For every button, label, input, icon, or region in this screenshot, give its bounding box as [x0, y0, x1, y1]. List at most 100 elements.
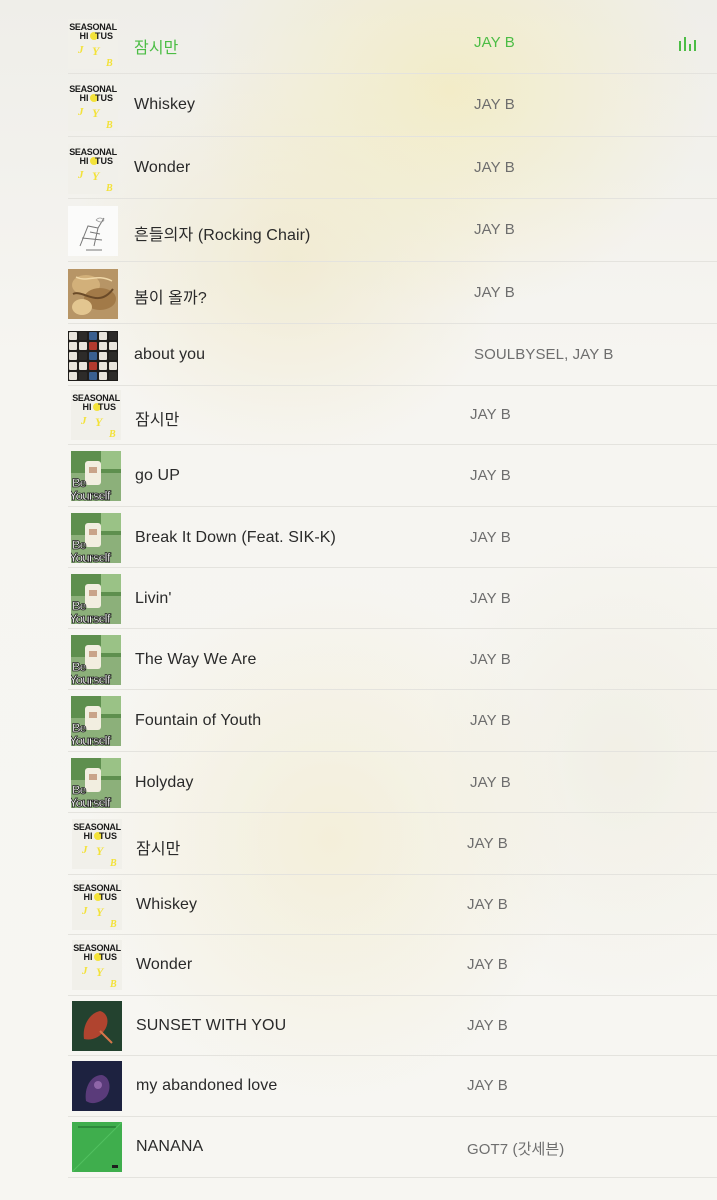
song-row[interactable]: SUNSET WITH YOU JAY B [0, 996, 717, 1057]
svg-text:HI: HI [84, 831, 93, 841]
svg-text:B: B [105, 183, 113, 194]
song-artist: JAY B [474, 221, 515, 239]
song-artist: JAY B [474, 34, 515, 51]
song-artist: JAY B [470, 651, 511, 669]
song-artist: SOULBYSEL, JAY B [474, 345, 614, 363]
svg-text:TUS: TUS [99, 831, 117, 841]
song-title: Break It Down (Feat. SIK-K) [135, 528, 336, 546]
row-divider [68, 812, 717, 814]
song-title: about you [134, 345, 206, 363]
song-title: Whiskey [134, 96, 196, 114]
svg-text:HI: HI [83, 402, 92, 412]
album-art: SEASONAL HI TUS J Y B [72, 940, 122, 991]
playlist-section-3: SEASONAL HI TUS J Y B 잠시만 JAY B SEASONAL HI TUS J Y B… [0, 814, 717, 1178]
song-title: Wonder [136, 956, 193, 974]
playlist-section-2: SEASONAL HI TUS J Y B 잠시만 JAY B Be Yourself go UP J… [0, 384, 717, 814]
album-art: SEASONAL HI TUS J Y B [68, 143, 118, 194]
album-art: SEASONAL HI TUS J Y B [72, 819, 122, 869]
song-row[interactable]: 봄이 올까? JAY B [0, 262, 717, 324]
song-artist: JAY B [470, 467, 511, 485]
svg-text:TUS: TUS [95, 31, 113, 41]
song-row[interactable]: Be Yourself go UP JAY B [0, 445, 717, 507]
song-artist: JAY B [474, 158, 515, 176]
svg-text:TUS: TUS [95, 156, 113, 166]
svg-text:Yourself: Yourself [71, 733, 112, 746]
svg-text:Yourself: Yourself [71, 488, 112, 501]
svg-text:B: B [109, 858, 117, 869]
song-row[interactable]: Be Yourself Fountain of Youth JAY B [0, 690, 717, 752]
album-art: Be Yourself [71, 451, 121, 502]
svg-text:TUS: TUS [99, 892, 117, 902]
song-row[interactable]: SEASONAL HI TUS J Y B Wonder JAY B [0, 137, 717, 200]
svg-text:Yourself: Yourself [71, 795, 112, 808]
song-artist: JAY B [474, 96, 515, 114]
song-artist: JAY B [470, 773, 511, 791]
song-row[interactable]: SEASONAL HI TUS J Y B 잠시만 JAY B [0, 384, 717, 446]
svg-text:Yourself: Yourself [71, 550, 112, 563]
song-row[interactable]: SEASONAL HI TUS J Y B Whiskey JAY B [0, 875, 717, 936]
song-artist: JAY B [467, 1077, 508, 1095]
song-title: Fountain of Youth [135, 712, 262, 730]
album-art: SEASONAL HI TUS J Y B [68, 19, 118, 69]
album-art [72, 1000, 122, 1051]
playlist-section-1: SEASONAL HI TUS J Y B 잠시만 JAY B SEASONAL HI TUS J Y B… [0, 12, 717, 387]
song-row[interactable]: about you SOULBYSEL, JAY B [0, 324, 717, 387]
svg-text:B: B [109, 919, 117, 930]
svg-text:J: J [77, 106, 84, 118]
song-row[interactable]: Be Yourself Holyday JAY B [0, 752, 717, 814]
song-title: 흔들의자 (Rocking Chair) [134, 227, 311, 245]
album-art [68, 268, 118, 319]
song-title: 잠시만 [135, 412, 180, 429]
svg-text:J: J [81, 905, 88, 917]
song-artist: GOT7 (갓세븐) [467, 1140, 565, 1158]
album-art [68, 206, 118, 257]
album-art: Be Yourself [71, 512, 121, 563]
song-row[interactable]: NANANA GOT7 (갓세븐) [0, 1117, 717, 1178]
album-art: SEASONAL HI TUS J Y B [68, 81, 118, 132]
song-artist: JAY B [470, 589, 511, 607]
song-artist: JAY B [470, 528, 511, 546]
song-row[interactable]: Be Yourself Livin' JAY B [0, 568, 717, 630]
song-title: Holyday [135, 773, 194, 791]
song-artist: JAY B [470, 406, 511, 423]
album-art [72, 1121, 122, 1172]
svg-text:J: J [77, 44, 84, 56]
song-row[interactable]: Be Yourself The Way We Are JAY B [0, 629, 717, 691]
svg-text:B: B [108, 429, 116, 440]
song-title: my abandoned love [136, 1077, 278, 1095]
song-row[interactable]: SEASONAL HI TUS J Y B 잠시만 JAY B [0, 12, 717, 75]
song-title: 잠시만 [136, 841, 181, 858]
svg-text:J: J [80, 415, 87, 427]
svg-text:TUS: TUS [99, 952, 117, 962]
song-artist: JAY B [467, 895, 508, 913]
svg-text:B: B [105, 58, 113, 69]
svg-text:HI: HI [80, 156, 89, 166]
song-title: SUNSET WITH YOU [136, 1016, 287, 1034]
song-artist: JAY B [467, 956, 508, 974]
album-art: SEASONAL HI TUS J Y B [72, 879, 122, 930]
svg-text:HI: HI [84, 952, 93, 962]
svg-text:Yourself: Yourself [71, 672, 112, 685]
album-art: SEASONAL HI TUS J Y B [71, 390, 121, 440]
svg-text:B: B [109, 979, 117, 990]
album-art: Be Yourself [71, 573, 121, 624]
song-row[interactable]: SEASONAL HI TUS J Y B 잠시만 JAY B [0, 814, 717, 875]
song-row[interactable]: SEASONAL HI TUS J Y B Whiskey JAY B [0, 74, 717, 137]
svg-text:B: B [105, 120, 113, 131]
svg-text:HI: HI [80, 31, 89, 41]
song-artist: JAY B [474, 283, 515, 301]
svg-text:HI: HI [80, 93, 89, 103]
song-row[interactable]: SEASONAL HI TUS J Y B Wonder JAY B [0, 935, 717, 996]
row-divider [68, 1176, 717, 1178]
album-art: Be Yourself [71, 757, 121, 808]
song-row[interactable]: 흔들의자 (Rocking Chair) JAY B [0, 199, 717, 262]
song-artist: JAY B [467, 835, 508, 852]
album-art [72, 1061, 122, 1112]
song-row[interactable]: Be Yourself Break It Down (Feat. SIK-K) JAY… [0, 507, 717, 568]
song-title: Livin' [135, 589, 172, 607]
song-row[interactable]: my abandoned love JAY B [0, 1056, 717, 1117]
svg-text:Yourself: Yourself [71, 611, 112, 624]
song-title: Wonder [134, 158, 191, 176]
equalizer-icon [679, 37, 699, 51]
album-art: Be Yourself [71, 635, 121, 686]
